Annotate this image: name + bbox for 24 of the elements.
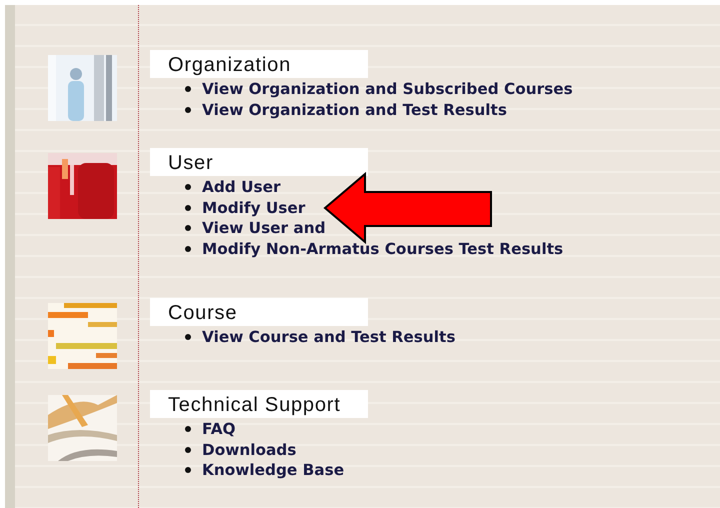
bullet-icon (185, 184, 191, 190)
bullet-icon (185, 106, 191, 113)
bullet-icon (185, 446, 191, 453)
bullet-icon (185, 225, 191, 232)
bullet-icon (185, 86, 191, 92)
menu-link[interactable]: Downloads (202, 440, 296, 459)
bullet-icon (185, 246, 191, 252)
menu-link[interactable]: View Organization and Test Results (202, 100, 507, 119)
bullet-icon (185, 204, 191, 211)
bullet-icon (185, 334, 191, 340)
section-heading: Technical Support (150, 390, 368, 418)
section-heading: Organization (150, 50, 368, 78)
menu-link[interactable]: View Course and Test Results (202, 328, 456, 346)
menu-link[interactable]: Add User (202, 178, 281, 196)
menu-link[interactable]: Modify Non-Armatus Courses Test Results (202, 240, 564, 258)
menu-link[interactable]: Knowledge Base (202, 461, 344, 480)
bullet-icon (185, 426, 191, 432)
section-heading: Course (150, 298, 368, 326)
section-heading: User (150, 148, 368, 176)
bullet-icon (185, 467, 191, 474)
menu-link[interactable]: FAQ (202, 420, 236, 438)
menu-link[interactable]: View User and (202, 219, 326, 238)
menu-link[interactable]: View Organization and Subscribed Courses (202, 80, 573, 98)
menu-link[interactable]: Modify User (202, 198, 306, 217)
